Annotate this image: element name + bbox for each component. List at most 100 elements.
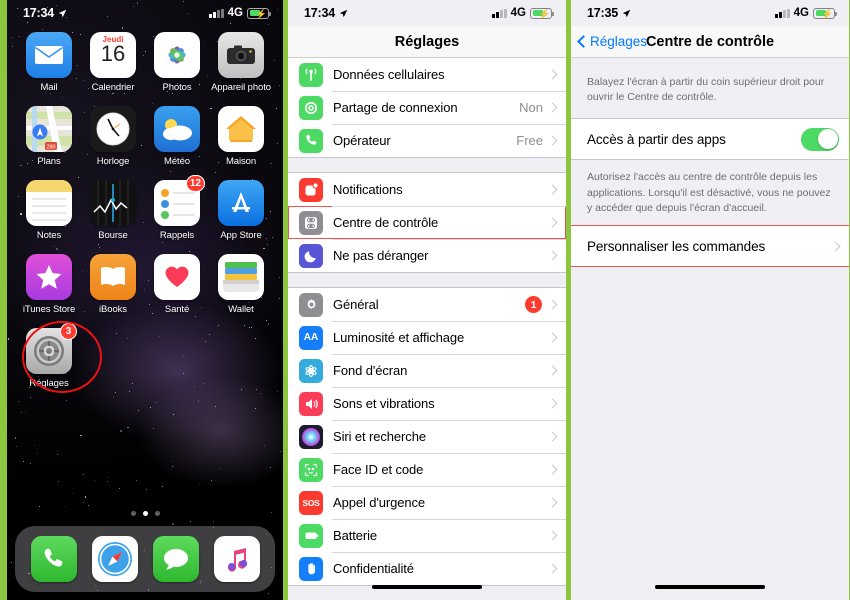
chevron-right-icon <box>547 464 558 475</box>
home-icon <box>218 106 264 152</box>
clock-icon <box>90 106 136 152</box>
settings-row-label: Face ID et code <box>333 462 424 477</box>
access-from-apps-label: Accès à partir des apps <box>587 131 726 147</box>
chevron-right-icon <box>547 69 558 80</box>
app-reglages[interactable]: 3 Réglages <box>17 321 102 393</box>
ibooks-icon <box>90 254 136 300</box>
settings-row-face-id-et-code[interactable]: Face ID et code <box>288 453 566 486</box>
settings-row-value: Free <box>516 133 543 148</box>
notes-icon <box>26 180 72 226</box>
page-title: Réglages <box>394 33 460 50</box>
app-notes[interactable]: Notes <box>17 180 81 241</box>
chevron-right-icon <box>547 102 558 113</box>
settings-row-label: Sons et vibrations <box>333 396 435 411</box>
app-label: Mail <box>40 82 58 93</box>
page-dots[interactable] <box>7 511 283 516</box>
signal-bars-icon <box>775 8 790 18</box>
location-arrow-icon <box>339 9 348 17</box>
status-right-group: 4G ⚡ <box>209 7 271 19</box>
health-icon <box>154 254 200 300</box>
settings-row-appel-d-urgence[interactable]: SOS Appel d'urgence <box>288 486 566 519</box>
chevron-left-icon <box>577 35 590 48</box>
app-photos[interactable]: Photos <box>145 32 209 93</box>
signal-bars-icon <box>209 8 224 18</box>
page-dot <box>130 511 136 516</box>
battery-icon: ⚡ <box>247 7 271 19</box>
music-note-icon[interactable] <box>213 536 260 582</box>
settings-row-label: Batterie <box>333 528 378 543</box>
back-button[interactable]: Réglages <box>577 34 647 49</box>
network-type: 4G <box>510 7 526 19</box>
app-horloge[interactable]: Horloge <box>81 106 145 167</box>
app-ibooks[interactable]: iBooks <box>81 254 145 315</box>
settings-row-sons-et-vibrations[interactable]: Sons et vibrations <box>288 387 566 420</box>
settings-row-fond-d-ecran[interactable]: Fond d'écran <box>288 354 566 387</box>
settings-row-label: Fond d'écran <box>333 363 408 378</box>
app-mail[interactable]: Mail <box>17 32 81 93</box>
toggle-description: Autorisez l'accès au centre de contrôle … <box>571 160 849 226</box>
intro-description: Balayez l'écran à partir du coin supérie… <box>571 58 849 119</box>
settings-row-donnees-cellulaires[interactable]: Données cellulaires <box>288 58 566 91</box>
app-sante[interactable]: Santé <box>145 254 209 315</box>
app-label: Appareil photo <box>211 82 271 93</box>
weather-icon <box>154 106 200 152</box>
app-label: iTunes Store <box>22 304 76 315</box>
app-wallet[interactable]: Wallet <box>209 254 273 315</box>
messages-bubble-icon[interactable] <box>152 536 199 582</box>
mail-icon <box>26 32 72 78</box>
app-itunes-store[interactable]: iTunes Store <box>17 254 81 315</box>
app-bourse[interactable]: Bourse <box>81 180 145 241</box>
settings-navbar: Réglages <box>288 26 566 58</box>
settings-row-operateur[interactable]: Opérateur Free <box>288 124 566 157</box>
chevron-right-icon <box>547 398 558 409</box>
app-badge: 12 <box>185 175 205 192</box>
app-plans[interactable]: 280 Plans <box>17 106 81 167</box>
settings-row-label: Général <box>333 297 379 312</box>
customize-controls-row[interactable]: Personnaliser les commandes <box>571 226 849 267</box>
settings-row-label: Siri et recherche <box>333 429 426 444</box>
reglages-highlight-circle <box>22 321 102 393</box>
chevron-right-icon <box>547 184 558 195</box>
settings-row-centre-de-controle[interactable]: Centre de contrôle <box>288 206 566 239</box>
status-bar-settings: 17:34 4G ⚡ <box>288 0 566 26</box>
access-from-apps-row[interactable]: Accès à partir des apps <box>571 119 849 160</box>
settings-row-siri-et-recherche[interactable]: Siri et recherche <box>288 420 566 453</box>
settings-row-luminosite-et-affichage[interactable]: AA Luminosité et affichage <box>288 321 566 354</box>
signal-bars-icon <box>492 8 507 18</box>
general-gear-icon <box>299 292 323 317</box>
access-from-apps-toggle[interactable] <box>801 127 839 151</box>
location-arrow-icon <box>58 9 67 17</box>
notifications-icon <box>299 177 323 202</box>
home-indicator <box>288 584 566 589</box>
status-right-group: 4G ⚡ <box>492 7 554 19</box>
control-center-settings-panel: 17:35 4G ⚡ Réglages Centre de contrôle B… <box>571 0 849 600</box>
settings-row-partage-de-connexion[interactable]: Partage de connexion Non <box>288 91 566 124</box>
display-brightness-icon: AA <box>299 325 323 350</box>
settings-row-label: Données cellulaires <box>333 67 445 82</box>
settings-row-label: Ne pas déranger <box>333 248 429 263</box>
page-dot-active <box>142 511 148 516</box>
settings-row-confidentialite[interactable]: Confidentialité <box>288 552 566 585</box>
app-meteo[interactable]: Météo <box>145 106 209 167</box>
settings-row-batterie[interactable]: Batterie <box>288 519 566 552</box>
app-calendrier[interactable]: Jeudi 16 Calendrier <box>81 32 145 93</box>
safari-compass-icon[interactable] <box>91 536 138 582</box>
battery-icon <box>299 523 323 548</box>
settings-row-general[interactable]: Général 1 <box>288 288 566 321</box>
battery-icon: ⚡ <box>530 7 554 19</box>
wallet-icon <box>218 254 264 300</box>
settings-row-ne-pas-deranger[interactable]: Ne pas déranger <box>288 239 566 272</box>
settings-row-notifications[interactable]: Notifications <box>288 173 566 206</box>
app-maison[interactable]: Maison <box>209 106 273 167</box>
app-label: Bourse <box>98 230 128 241</box>
siri-icon <box>299 424 323 449</box>
app-label: App Store <box>220 230 262 241</box>
app-app-store[interactable]: App Store <box>209 180 273 241</box>
chevron-right-icon <box>547 332 558 343</box>
phone-icon[interactable] <box>30 536 77 582</box>
app-rappels[interactable]: 12 Rappels <box>145 175 209 241</box>
chevron-right-icon <box>547 135 558 146</box>
app-appareil-photo[interactable]: Appareil photo <box>209 32 273 93</box>
itunes-store-icon <box>26 254 72 300</box>
settings-row-value: Non <box>519 100 543 115</box>
